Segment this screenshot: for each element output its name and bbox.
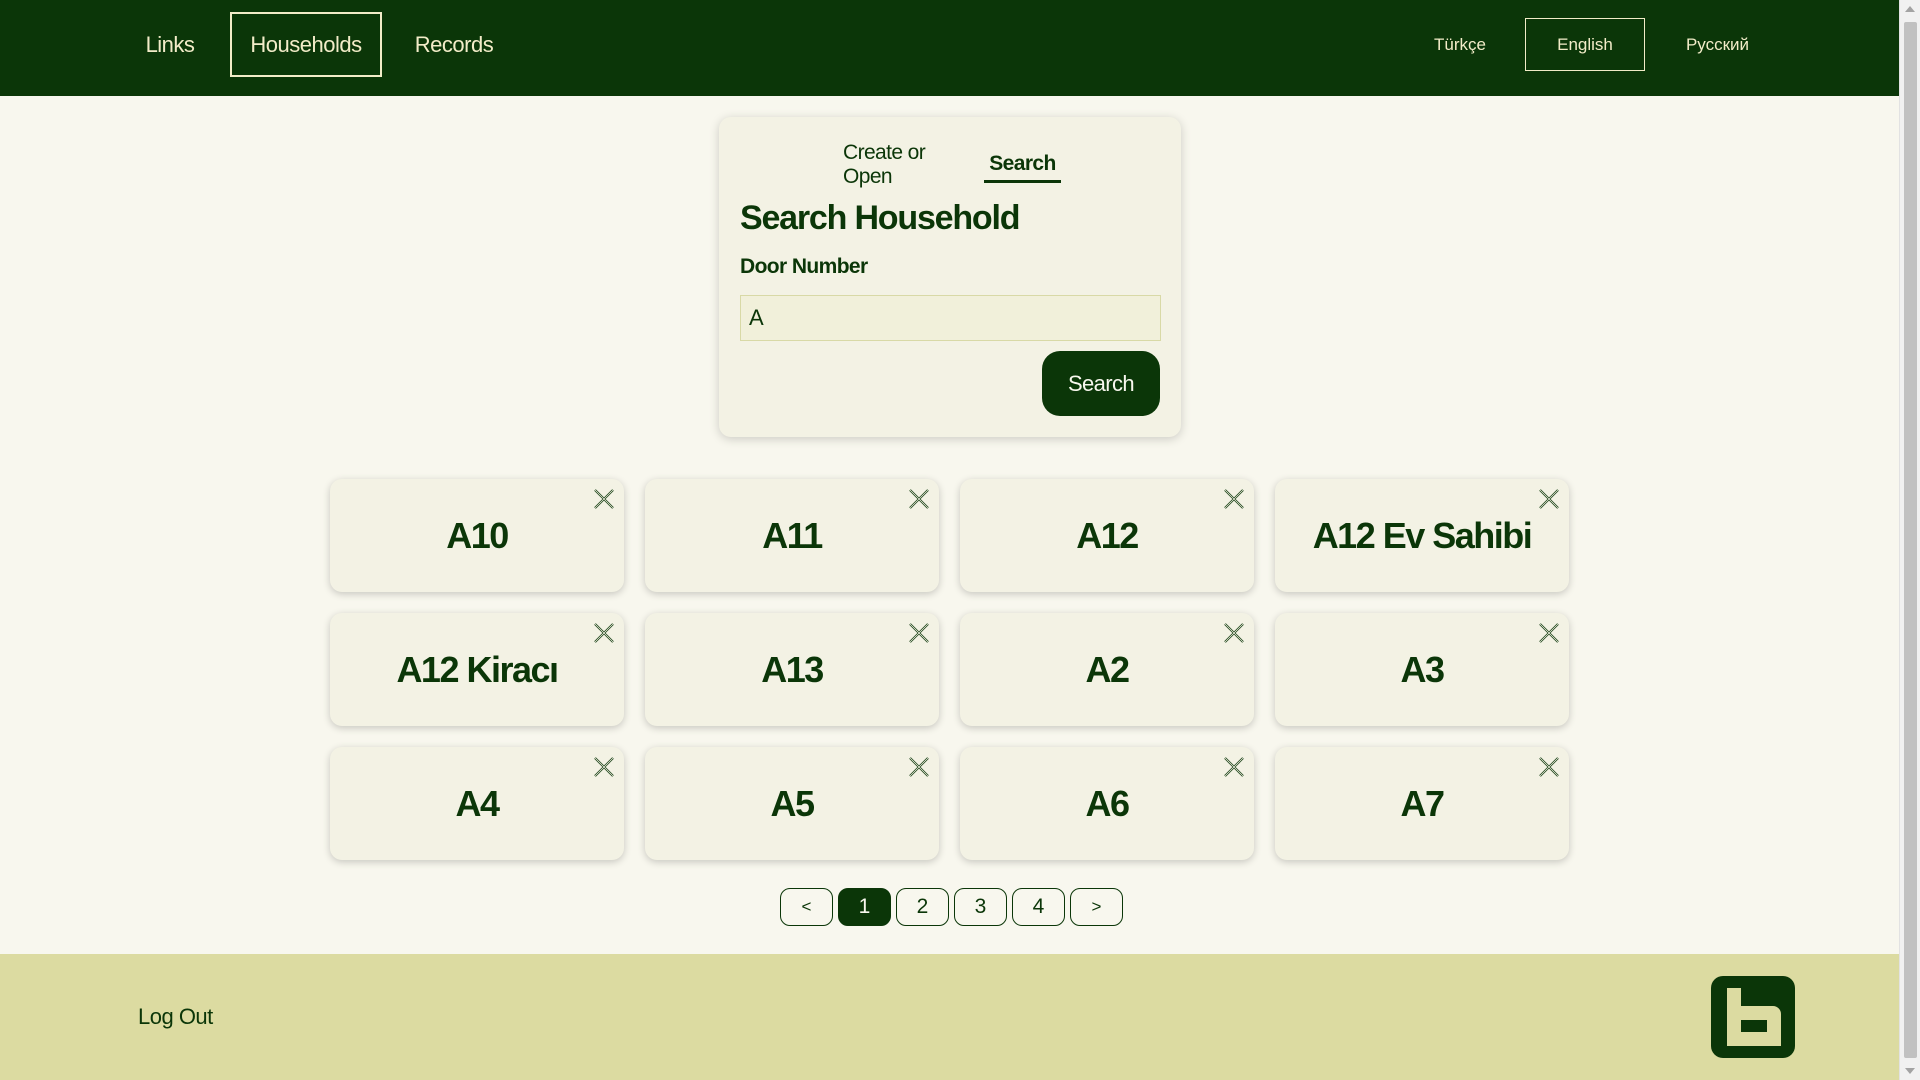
household-tile[interactable]: A7 xyxy=(1275,747,1569,860)
tab-label: Search xyxy=(989,151,1056,175)
household-label: A12 xyxy=(1076,514,1139,556)
close-icon[interactable] xyxy=(1537,621,1561,645)
language-label: Türkçe xyxy=(1434,34,1486,54)
household-tile[interactable]: A12 Ev Sahibi xyxy=(1275,479,1569,592)
household-label: A6 xyxy=(1085,782,1130,824)
household-label: A3 xyxy=(1400,648,1445,690)
household-label: A13 xyxy=(761,648,824,690)
scroll-up-arrow-icon[interactable] xyxy=(1905,6,1915,12)
tab-label: Create or Open xyxy=(843,141,926,188)
household-label: A4 xyxy=(455,782,500,824)
household-label: A12 Kiracı xyxy=(396,648,559,690)
pagination-page-4[interactable]: 4 xyxy=(1012,888,1065,926)
household-tile[interactable]: A11 xyxy=(645,479,939,592)
household-tile[interactable]: A6 xyxy=(960,747,1254,860)
close-icon[interactable] xyxy=(907,487,931,511)
language-russian[interactable]: Русский xyxy=(1665,18,1770,71)
household-label: A10 xyxy=(446,514,509,556)
household-label: A5 xyxy=(770,782,815,824)
footer: Log Out xyxy=(0,954,1899,1080)
language-turkish[interactable]: Türkçe xyxy=(1410,18,1510,71)
close-icon[interactable] xyxy=(907,621,931,645)
pagination-page-1[interactable]: 1 xyxy=(838,888,891,926)
close-icon[interactable] xyxy=(1222,487,1246,511)
door-number-label: Door Number xyxy=(740,255,868,278)
logout-link[interactable]: Log Out xyxy=(138,1004,213,1030)
nav-item-records[interactable]: Records xyxy=(406,12,502,77)
close-icon[interactable] xyxy=(907,755,931,779)
nav-item-links[interactable]: Links xyxy=(130,12,210,77)
household-tile[interactable]: A3 xyxy=(1275,613,1569,726)
search-button[interactable]: Search xyxy=(1042,351,1160,416)
pagination-prev-button[interactable]: < xyxy=(780,888,833,926)
household-grid: A10 A11 A12 A12 Ev Sahibi A12 Kiracı A13 xyxy=(330,479,1569,860)
pagination-next-button[interactable]: > xyxy=(1070,888,1123,926)
household-label: A2 xyxy=(1085,648,1130,690)
close-icon[interactable] xyxy=(1537,755,1561,779)
door-number-input[interactable] xyxy=(740,295,1161,341)
tab-create-or-open[interactable]: Create or Open xyxy=(843,141,971,188)
household-tile[interactable]: A13 xyxy=(645,613,939,726)
nav-item-label: Households xyxy=(250,31,362,57)
household-tile[interactable]: A12 Kiracı xyxy=(330,613,624,726)
household-label: A11 xyxy=(762,514,823,556)
scroll-thumb[interactable] xyxy=(1904,22,1917,1058)
household-tile[interactable]: A4 xyxy=(330,747,624,860)
close-icon[interactable] xyxy=(1222,621,1246,645)
scroll-down-arrow-icon[interactable] xyxy=(1905,1068,1915,1074)
language-label: English xyxy=(1557,34,1613,54)
close-icon[interactable] xyxy=(592,621,616,645)
page-scrollbar[interactable] xyxy=(1899,0,1920,1080)
card-title: Search Household xyxy=(740,199,1021,237)
nav-item-households[interactable]: Households xyxy=(230,12,382,77)
pagination-page-3[interactable]: 3 xyxy=(954,888,1007,926)
search-household-card: Create or Open Search Search Household D… xyxy=(719,117,1181,437)
close-icon[interactable] xyxy=(592,755,616,779)
tab-search[interactable]: Search xyxy=(984,147,1061,183)
close-icon[interactable] xyxy=(1537,487,1561,511)
nav-item-label: Records xyxy=(414,31,494,57)
top-nav-bar: Links Households Records Türkçe English … xyxy=(0,0,1899,96)
household-tile[interactable]: A12 xyxy=(960,479,1254,592)
pagination: < 1 2 3 4 > xyxy=(780,888,1123,926)
language-label: Русский xyxy=(1685,34,1750,54)
nav-item-label: Links xyxy=(145,31,195,57)
close-icon[interactable] xyxy=(1222,755,1246,779)
household-tile[interactable]: A10 xyxy=(330,479,624,592)
pagination-page-2[interactable]: 2 xyxy=(896,888,949,926)
brand-logo[interactable] xyxy=(1711,976,1795,1058)
close-icon[interactable] xyxy=(592,487,616,511)
logo-icon xyxy=(1727,988,1781,1046)
household-tile[interactable]: A5 xyxy=(645,747,939,860)
household-label: A7 xyxy=(1400,782,1445,824)
household-tile[interactable]: A2 xyxy=(960,613,1254,726)
language-english[interactable]: English xyxy=(1525,18,1645,71)
household-label: A12 Ev Sahibi xyxy=(1312,514,1533,556)
